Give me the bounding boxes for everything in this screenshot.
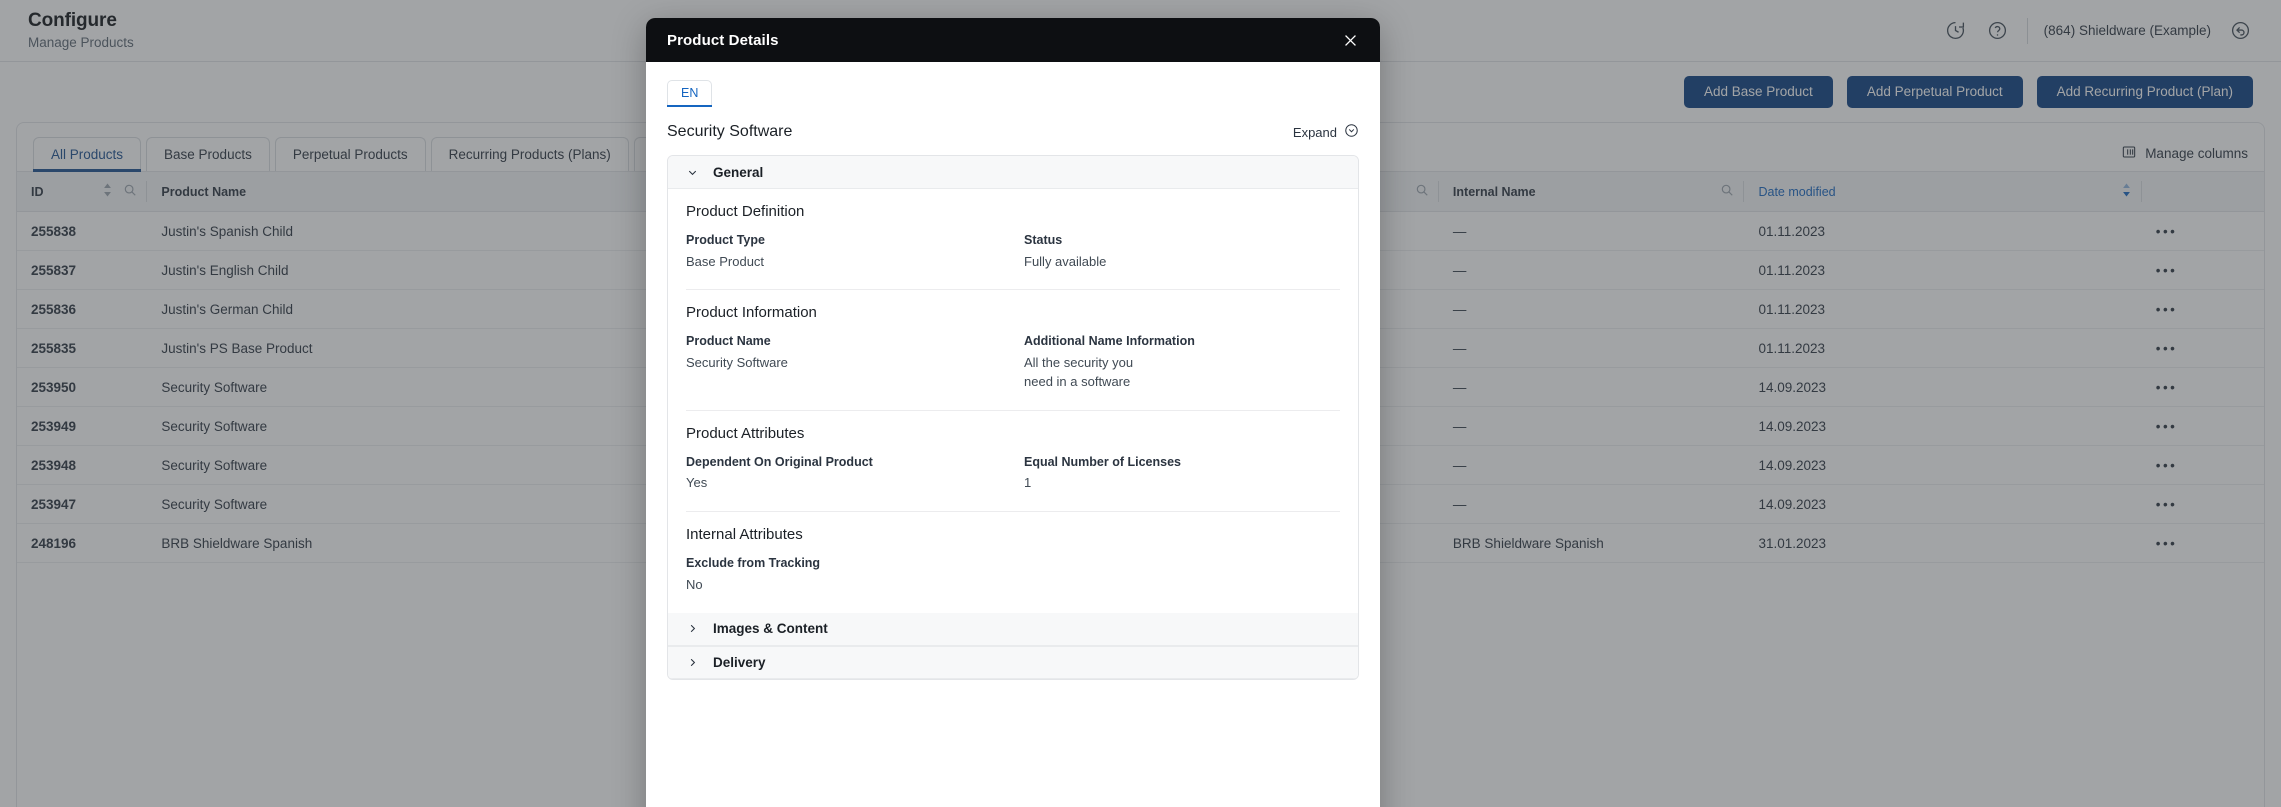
accordion-panel-general: Product Definition Product Type Base Pro… xyxy=(668,189,1358,613)
field-value: Fully available xyxy=(1024,253,1107,269)
field-spacer xyxy=(1024,556,1340,594)
section-product-information: Product Information Product Name Securit… xyxy=(686,289,1340,409)
chevron-down-icon xyxy=(686,166,699,179)
field-label: Additional Name Information xyxy=(1024,334,1195,349)
section-title: Product Information xyxy=(686,304,817,322)
field-equal-number-of-licenses: Equal Number of Licenses 1 xyxy=(1024,455,1340,493)
chevron-right-icon xyxy=(686,656,699,669)
details-accordion: General Product Definition Product Type … xyxy=(667,155,1359,680)
language-tab-en[interactable]: EN xyxy=(667,80,713,107)
product-details-modal: Product Details EN Security Software Exp… xyxy=(646,18,1380,807)
field-label: Equal Number of Licenses xyxy=(1024,454,1181,469)
modal-header: Product Details xyxy=(646,18,1380,62)
field-value: All the security you need in a software xyxy=(1024,355,1134,389)
accordion-header-general[interactable]: General xyxy=(668,156,1358,189)
accordion-header-images-content[interactable]: Images & Content xyxy=(668,612,1358,646)
language-tabs: EN xyxy=(667,80,1359,107)
app-root: Configure Manage Products (864) Shieldwa… xyxy=(0,0,2281,807)
modal-title: Product Details xyxy=(667,31,779,49)
field-status: Status Fully available xyxy=(1024,233,1340,271)
chevron-right-icon xyxy=(686,622,699,635)
field-label: Dependent On Original Product xyxy=(686,454,873,469)
field-exclude-from-tracking: Exclude from Tracking No xyxy=(686,556,1002,594)
expand-label: Expand xyxy=(1292,124,1337,140)
chevron-down-circle-icon xyxy=(1344,123,1359,141)
section-product-attributes: Product Attributes Dependent On Original… xyxy=(686,409,1340,511)
field-label: Exclude from Tracking xyxy=(686,556,821,571)
field-label: Product Name xyxy=(686,334,771,349)
field-label: Product Type xyxy=(686,233,765,247)
accordion-title-delivery: Delivery xyxy=(713,654,766,670)
section-title: Product Definition xyxy=(686,203,805,220)
section-internal-attributes: Internal Attributes Exclude from Trackin… xyxy=(686,511,1340,612)
field-label: Status xyxy=(1024,233,1063,247)
accordion-title-images-content: Images & Content xyxy=(713,621,828,637)
field-additional-name-information: Additional Name Information All the secu… xyxy=(1024,334,1340,391)
close-x-icon[interactable] xyxy=(1342,32,1359,49)
detail-product-name: Security Software xyxy=(667,123,793,140)
detail-header: Security Software Expand xyxy=(667,123,1359,141)
section-product-definition: Product Definition Product Type Base Pro… xyxy=(686,189,1340,289)
section-title: Internal Attributes xyxy=(686,526,803,544)
field-product-type: Product Type Base Product xyxy=(686,233,1002,271)
accordion-title-general: General xyxy=(713,164,764,180)
expand-all-button[interactable]: Expand xyxy=(1293,123,1359,141)
field-value: 1 xyxy=(1024,475,1032,491)
field-value: No xyxy=(686,576,703,592)
section-title: Product Attributes xyxy=(686,424,805,442)
field-value: Security Software xyxy=(686,355,788,371)
field-value: Yes xyxy=(686,475,708,491)
modal-body: EN Security Software Expand General Prod… xyxy=(646,62,1380,807)
accordion-header-delivery[interactable]: Delivery xyxy=(668,645,1358,679)
field-dependent-on-original-product: Dependent On Original Product Yes xyxy=(686,455,1002,493)
field-value: Base Product xyxy=(686,253,765,269)
field-product-name: Product Name Security Software xyxy=(686,334,1002,391)
